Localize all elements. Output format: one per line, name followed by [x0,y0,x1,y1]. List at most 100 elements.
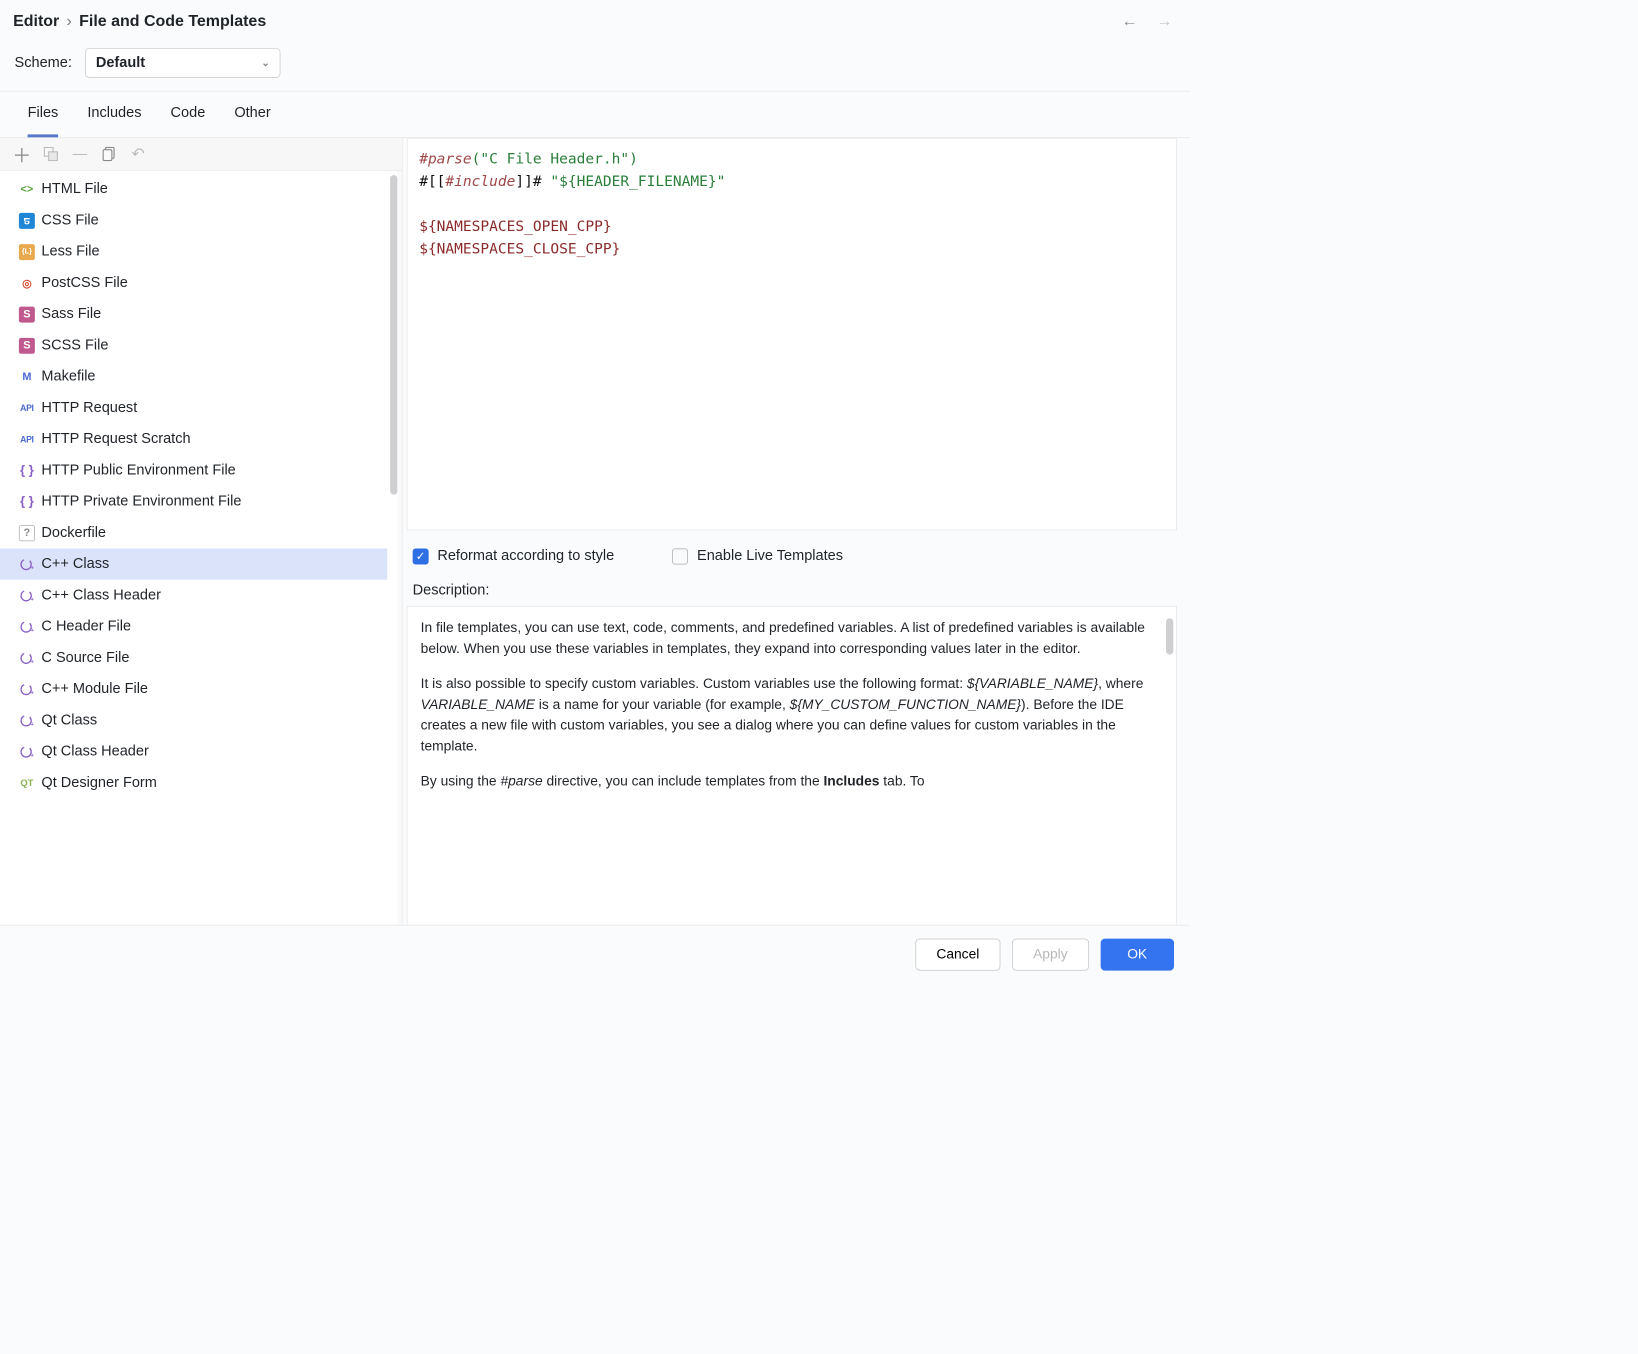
nav-arrows: ← → [1122,12,1173,31]
list-item[interactable]: { } HTTP Private Environment File [0,486,387,517]
sass-icon: S [19,337,35,353]
cpp-icon: + [19,587,35,603]
list-item[interactable]: + C Header File [0,611,387,642]
cpp-icon: + [19,744,35,760]
checkbox-checked-icon: ✓ [413,548,429,564]
file-name: Qt Class Header [41,743,148,760]
brace-icon: { } [19,494,35,510]
file-name: PostCSS File [41,275,127,292]
file-name: Qt Designer Form [41,774,156,791]
cpp-icon: + [19,619,35,635]
list-item[interactable]: ◎ PostCSS File [0,267,387,298]
reformat-checkbox[interactable]: ✓ Reformat according to style [413,548,615,565]
chevron-down-icon: ⌄ [261,57,270,69]
postcss-icon: ◎ [19,275,35,291]
desc-paragraph: By using the #parse directive, you can i… [421,772,1163,793]
list-item[interactable]: S Sass File [0,299,387,330]
list-item[interactable]: + C++ Class [0,549,387,580]
file-name: C Header File [41,618,131,635]
reformat-label: Reformat according to style [437,548,614,565]
add-child-button[interactable] [42,145,59,162]
live-templates-checkbox[interactable]: Enable Live Templates [672,548,843,565]
cancel-button[interactable]: Cancel [915,939,1000,971]
api-icon: API [19,400,35,416]
apply-button[interactable]: Apply [1012,939,1089,971]
checkbox-unchecked-icon [672,548,688,564]
file-name: C++ Class [41,556,109,573]
file-name: Less File [41,243,99,260]
list-item[interactable]: API HTTP Request Scratch [0,424,387,455]
forward-arrow-icon: → [1157,12,1173,31]
tab-code[interactable]: Code [171,105,206,138]
list-item[interactable]: ? Dockerfile [0,517,387,548]
svg-text:+: + [31,565,35,571]
cpp-icon: + [19,650,35,666]
file-name: SCSS File [41,337,108,354]
list-item[interactable]: QT Qt Designer Form [0,767,387,798]
file-name: Sass File [41,306,101,323]
list-item[interactable]: + Qt Class Header [0,736,387,767]
list-item[interactable]: MMakefile [0,361,387,392]
description-box[interactable]: In file templates, you can use text, cod… [407,606,1177,926]
list-item[interactable]: +C Source File [0,642,387,673]
add-button[interactable]: ＋ [13,145,30,162]
make-icon: M [19,369,35,385]
tab-files[interactable]: Files [28,105,59,138]
brace-icon: { } [19,462,35,478]
cpp-icon: + [19,712,35,728]
description-label: Description: [407,578,1177,606]
file-name: Qt Class [41,712,97,729]
breadcrumb-sep: › [67,12,72,31]
file-list[interactable]: <> HTML File CSS File {L}Less File ◎ PostCSS … [0,171,397,926]
list-item[interactable]: <> HTML File [0,174,387,205]
code-editor[interactable]: #parse("C File Header.h") #[[#include]]#… [407,138,1177,530]
back-arrow-icon[interactable]: ← [1122,12,1138,31]
svg-text:+: + [31,753,35,759]
cpp-icon: + [19,681,35,697]
qt-icon: QT [19,775,35,791]
list-item[interactable]: API HTTP Request [0,392,387,423]
file-name: HTTP Request [41,400,137,417]
breadcrumb-current: File and Code Templates [79,12,266,31]
list-item[interactable]: { } HTTP Public Environment File [0,455,387,486]
ok-button[interactable]: OK [1100,939,1174,971]
file-name: HTTP Request Scratch [41,431,190,448]
cpp-icon: + [19,556,35,572]
copy-button[interactable] [100,145,117,162]
list-item[interactable]: S SCSS File [0,330,387,361]
scheme-value: Default [96,54,145,71]
file-name: HTML File [41,181,107,198]
remove-button[interactable]: — [71,145,88,162]
svg-text:+: + [31,659,35,665]
api-icon: API [19,431,35,447]
svg-text:+: + [31,628,35,634]
list-item[interactable]: CSS File [0,205,387,236]
file-name: Dockerfile [41,525,106,542]
file-name: CSS File [41,212,98,229]
file-name: HTTP Public Environment File [41,462,235,479]
live-templates-label: Enable Live Templates [697,548,843,565]
svg-text:+: + [31,596,35,602]
scheme-label: Scheme: [15,54,72,71]
file-name: C++ Module File [41,681,148,698]
list-item[interactable]: +C++ Class Header [0,580,387,611]
scrollbar[interactable] [1166,618,1173,654]
tab-includes[interactable]: Includes [87,105,141,138]
breadcrumb: Editor › File and Code Templates [13,12,1122,31]
tabs: Files Includes Code Other [0,92,1190,138]
revert-button[interactable]: ↶ [129,145,146,162]
unk-icon: ? [19,525,35,541]
scheme-dropdown[interactable]: Default ⌄ [85,48,281,78]
svg-text:+: + [31,721,35,727]
file-name: HTTP Private Environment File [41,493,241,510]
scrollbar[interactable] [390,175,397,495]
desc-paragraph: In file templates, you can use text, cod… [421,618,1163,659]
list-item[interactable]: {L}Less File [0,236,387,267]
list-item[interactable]: + C++ Module File [0,673,387,704]
tab-other[interactable]: Other [234,105,270,138]
html-icon: <> [19,181,35,197]
list-item[interactable]: + Qt Class [0,705,387,736]
css-icon [19,213,35,229]
breadcrumb-parent[interactable]: Editor [13,12,59,31]
sass-icon: S [19,306,35,322]
